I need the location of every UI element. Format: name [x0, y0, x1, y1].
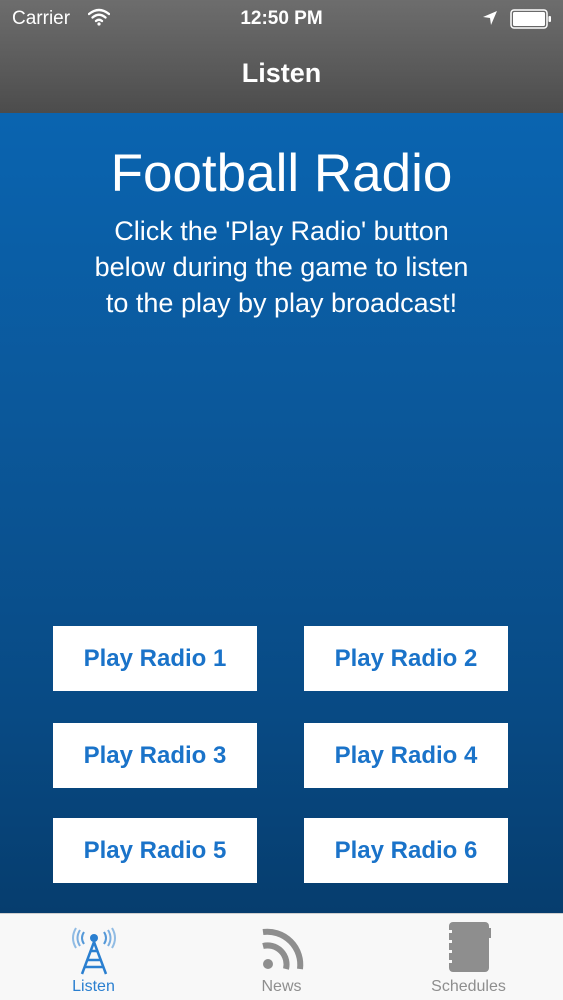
play-radio-1-button[interactable]: Play Radio 1 [53, 626, 257, 691]
tab-schedules[interactable]: Schedules [375, 914, 562, 1000]
clock-time: 12:50 PM [240, 8, 323, 29]
navigation-header: Carrier 12:50 PM Listen [0, 0, 563, 113]
tab-bar: Listen News Schedules [0, 913, 563, 1000]
status-bar: Carrier 12:50 PM [0, 0, 563, 40]
page-title: Listen [241, 58, 322, 88]
notebook-icon [445, 922, 491, 972]
location-arrow-icon [483, 11, 497, 25]
tab-news-label: News [261, 978, 302, 995]
tab-listen-label: Listen [72, 978, 115, 995]
play-radio-4-button[interactable]: Play Radio 4 [304, 723, 508, 788]
play-radio-2-button[interactable]: Play Radio 2 [304, 626, 508, 691]
app-title: Football Radio [110, 144, 453, 203]
rss-feed-icon [261, 928, 303, 970]
battery-icon [510, 9, 551, 29]
play-radio-6-button[interactable]: Play Radio 6 [304, 818, 508, 883]
main-content: Football Radio Click the 'Play Radio' bu… [0, 113, 563, 913]
tab-news[interactable]: News [188, 914, 375, 1000]
tab-listen[interactable]: Listen [0, 914, 187, 1000]
description-text: Click the 'Play Radio' button below duri… [94, 216, 469, 318]
radio-tower-icon [71, 927, 116, 975]
play-radio-3-button[interactable]: Play Radio 3 [53, 723, 257, 788]
tab-schedules-label: Schedules [431, 978, 506, 995]
play-radio-5-button[interactable]: Play Radio 5 [53, 818, 257, 883]
